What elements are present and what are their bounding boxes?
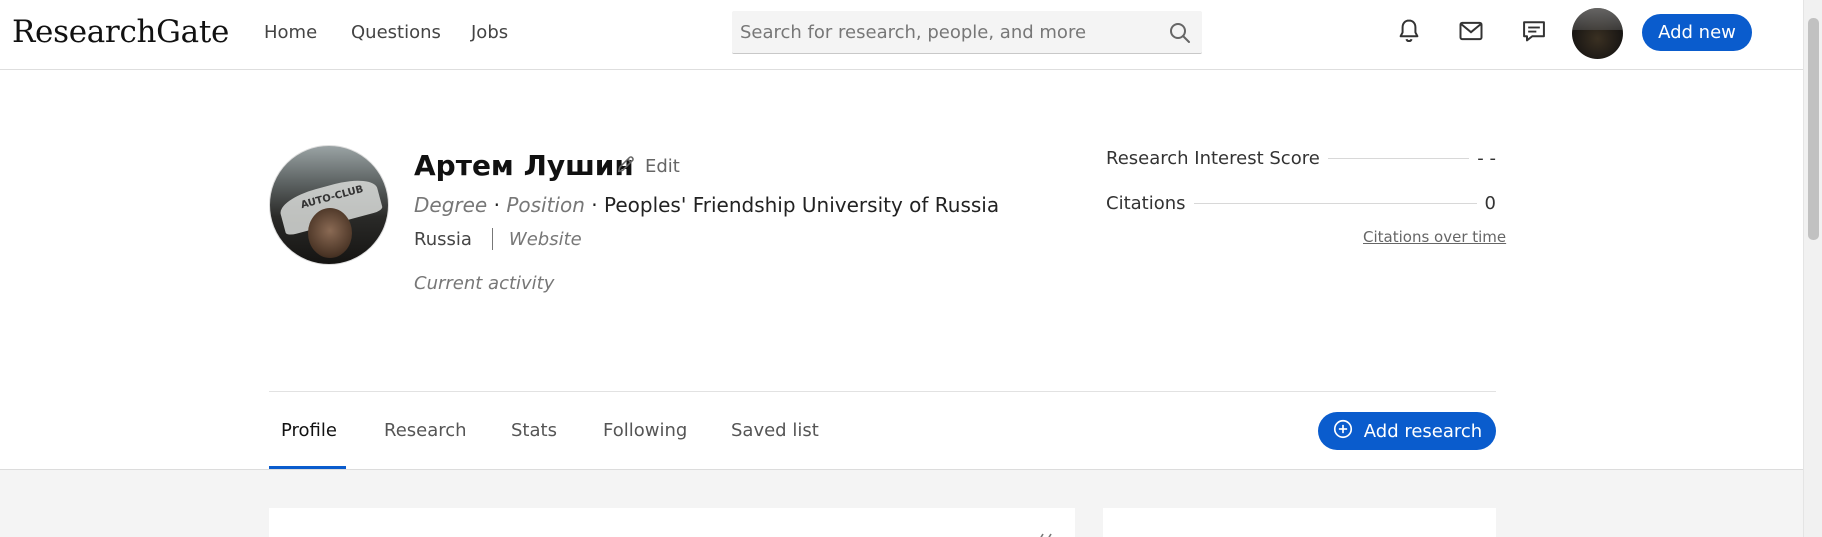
scrollbar-thumb[interactable]: [1808, 18, 1819, 240]
side-content-card: [1103, 508, 1496, 537]
tab-profile[interactable]: Profile: [281, 420, 337, 441]
citations-label: Citations: [1106, 192, 1186, 214]
tab-research[interactable]: Research: [384, 420, 467, 441]
nav-questions-link[interactable]: Questions: [351, 22, 441, 43]
country-label: Russia: [414, 228, 472, 250]
page-scrollbar[interactable]: [1803, 0, 1822, 537]
research-interest-label: Research Interest Score: [1106, 147, 1320, 169]
separator-dot: ·: [591, 193, 598, 217]
search-icon[interactable]: [1168, 21, 1192, 49]
profile-affiliation-line: Degree · Position · Peoples' Friendship …: [414, 193, 999, 217]
nav-home-link[interactable]: Home: [264, 22, 317, 43]
chat-icon[interactable]: [1518, 15, 1550, 47]
expand-icon[interactable]: [1033, 530, 1053, 537]
tab-following[interactable]: Following: [603, 420, 687, 441]
citations-over-time-link[interactable]: Citations over time: [1363, 228, 1506, 246]
degree-field[interactable]: Degree: [414, 193, 487, 217]
profile-location-line: Russia Website: [414, 228, 582, 250]
search-input[interactable]: [740, 11, 1150, 54]
researchgate-logo[interactable]: ResearchGate: [12, 14, 229, 50]
plus-circle-icon: [1332, 418, 1354, 445]
nav-jobs-link[interactable]: Jobs: [471, 22, 508, 43]
add-new-button[interactable]: Add new: [1642, 14, 1752, 51]
avatar-photo-face: [308, 208, 352, 258]
tabs-top-divider: [269, 391, 1496, 392]
website-field[interactable]: Website: [509, 229, 582, 250]
pencil-icon: [615, 153, 637, 180]
main-content-card: [269, 508, 1075, 537]
tab-saved-list[interactable]: Saved list: [731, 420, 819, 441]
edit-label: Edit: [645, 156, 680, 177]
research-interest-row: Research Interest Score - -: [1106, 146, 1496, 170]
add-research-button[interactable]: Add research: [1318, 412, 1496, 450]
profile-avatar[interactable]: AUTO-CLUB: [269, 145, 389, 265]
top-navigation-bar: ResearchGate Home Questions Jobs Add new: [0, 0, 1803, 70]
dotted-leader: [1193, 202, 1477, 204]
position-field[interactable]: Position: [506, 193, 585, 217]
search-box: [732, 11, 1202, 54]
research-interest-value: - -: [1477, 147, 1496, 169]
citations-row: Citations 0: [1106, 191, 1496, 215]
divider: [491, 228, 493, 250]
edit-profile-button[interactable]: Edit: [615, 153, 680, 180]
add-research-label: Add research: [1363, 420, 1483, 442]
dotted-leader: [1327, 157, 1470, 159]
mail-icon[interactable]: [1455, 15, 1487, 47]
separator-dot: ·: [493, 193, 500, 217]
profile-name: Артем Лушин: [414, 149, 634, 182]
current-activity-field[interactable]: Current activity: [414, 273, 554, 294]
tab-stats[interactable]: Stats: [511, 420, 557, 441]
institution-link[interactable]: Peoples' Friendship University of Russia: [604, 193, 999, 217]
bell-icon[interactable]: [1393, 15, 1425, 47]
user-avatar[interactable]: [1572, 8, 1623, 59]
citations-value: 0: [1484, 192, 1496, 214]
